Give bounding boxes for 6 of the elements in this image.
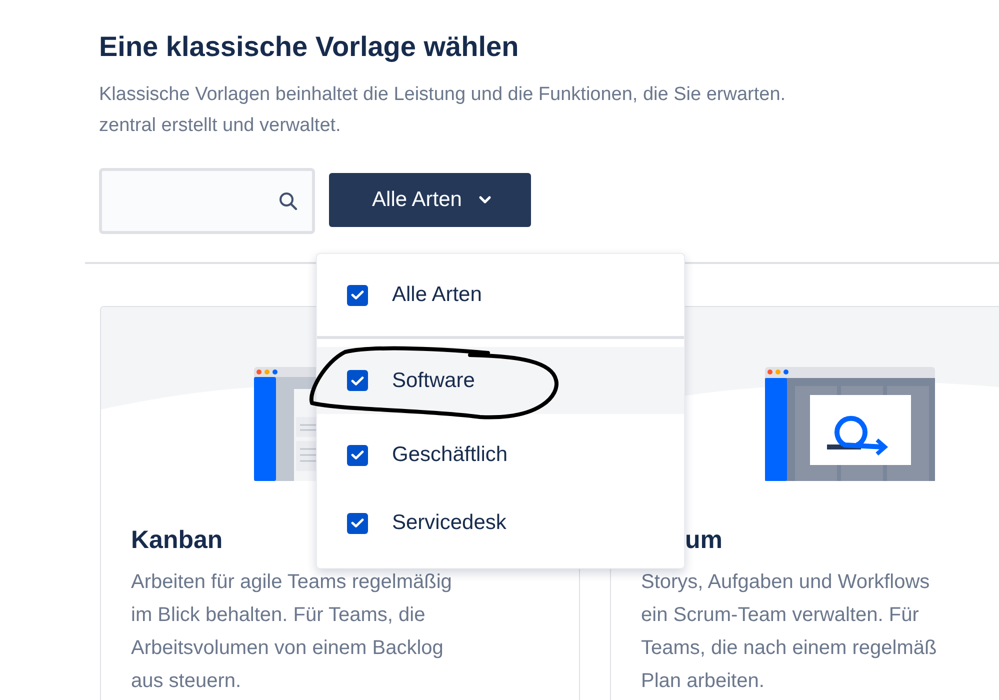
card-title: um — [684, 525, 724, 556]
card-description: Storys, Aufgaben und Workflows ein Scrum-Team verwalten. Für Teams, die nach einem regelmäß Plan arbeiten. — [641, 570, 938, 694]
card-title: Kanban — [131, 525, 224, 556]
intro-text: Klassische Vorlagen beinhaltet die Leistung und die Funktionen, die Sie erwarten. zentral erstellt und verwaltet. — [99, 83, 787, 138]
page-heading: Eine klassische Vorlage wählen — [98, 30, 520, 64]
card-description: Arbeiten für agile Teams regelmäßig im Blick behalten. Für Teams, die Arbeitsvolumen von einem Backlog aus steuern. — [131, 570, 453, 694]
